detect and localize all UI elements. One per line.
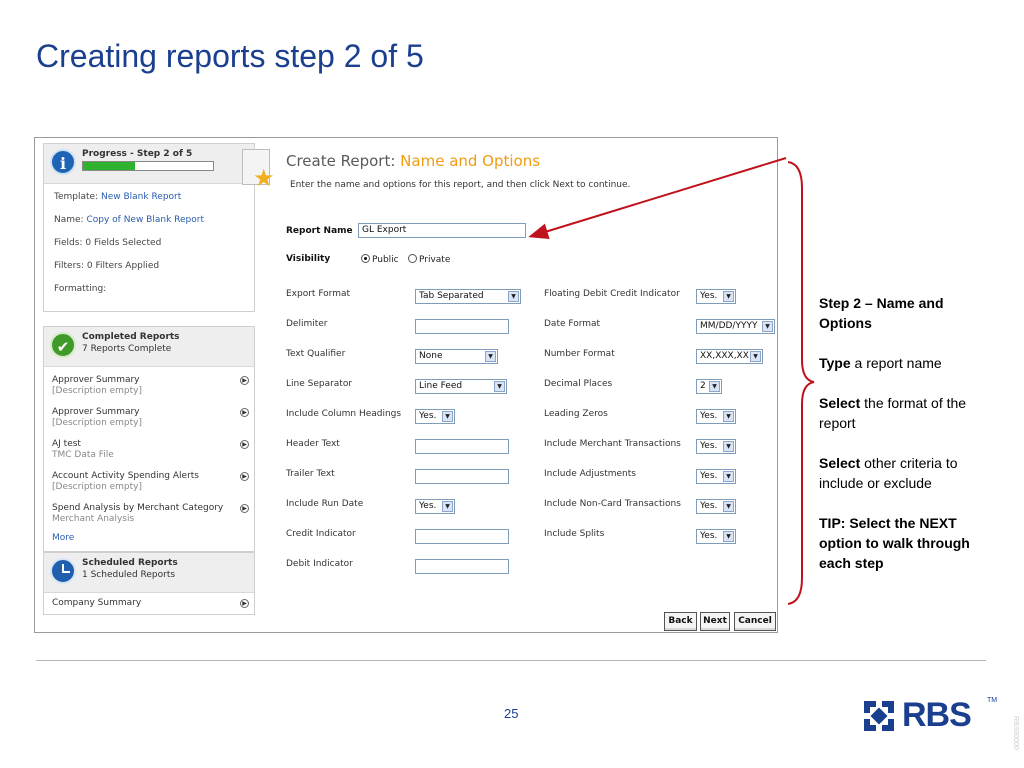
rbs-daisy-wheel-icon xyxy=(864,701,894,731)
page-number: 25 xyxy=(504,706,519,721)
step-heading: Step 2 – Name and Options xyxy=(819,295,944,331)
footer-divider xyxy=(36,660,986,661)
note-select-format-bold: Select xyxy=(819,395,861,411)
instruction-notes: Step 2 – Name and Options Type a report … xyxy=(819,293,999,593)
note-type-bold: Type xyxy=(819,355,851,371)
rbs-logo-text: RBS xyxy=(902,696,972,734)
note-select-format: Select the format of the report xyxy=(819,393,999,433)
note-select-criteria: Select other criteria to include or excl… xyxy=(819,453,999,493)
curly-brace xyxy=(787,161,815,605)
red-arrow xyxy=(528,157,787,239)
vertical-code: RBS00000 xyxy=(1012,716,1019,750)
tip-text: TIP: Select the NEXT option to walk thro… xyxy=(819,515,970,571)
note-select-criteria-bold: Select xyxy=(819,455,861,471)
rbs-logo: RBS TM xyxy=(862,696,998,734)
note-type: Type a report name xyxy=(819,353,999,373)
trademark-symbol: TM xyxy=(987,697,998,704)
note-type-text: a report name xyxy=(850,355,942,371)
